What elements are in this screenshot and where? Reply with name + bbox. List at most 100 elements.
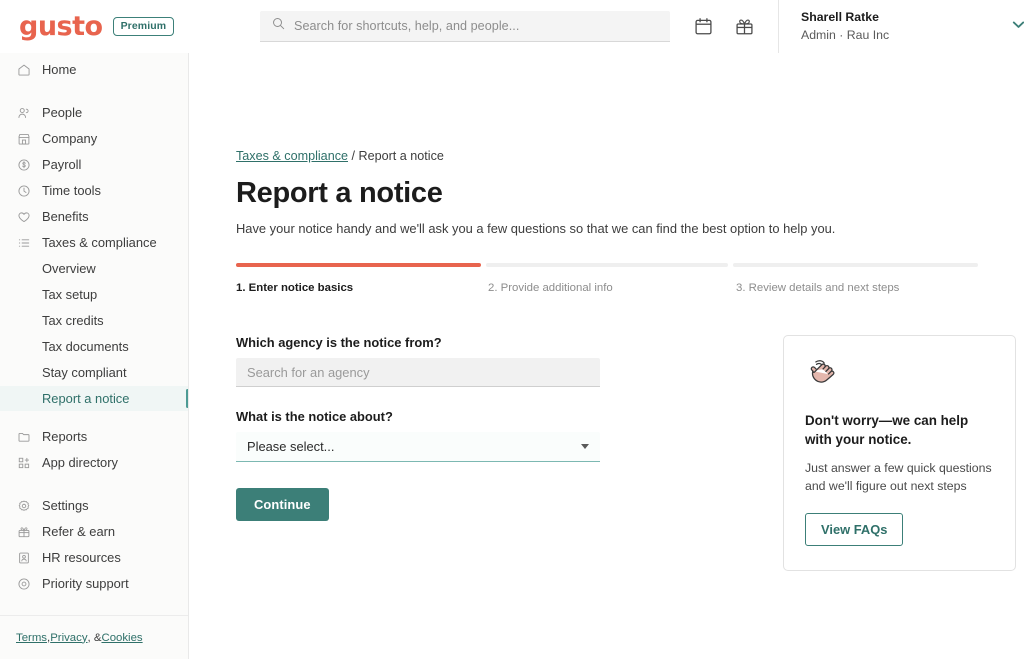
plan-badge: Premium <box>112 17 175 36</box>
sidebar-item-label: Payroll <box>42 157 82 172</box>
sidebar-item-label: Settings <box>42 498 89 513</box>
sidebar-item-reports[interactable]: Reports <box>0 424 188 449</box>
sidebar-item-label: Tax credits <box>42 313 104 328</box>
help-card-title: Don't worry—we can help with your notice… <box>805 413 969 448</box>
list-icon <box>16 235 31 250</box>
view-faqs-button[interactable]: View FAQs <box>805 512 904 546</box>
sidebar-item-label: People <box>42 105 83 120</box>
help-card: Don't worry—we can help with your notice… <box>783 335 1016 571</box>
notice-about-select[interactable]: Please select... <box>236 432 600 463</box>
continue-button[interactable]: Continue <box>236 488 329 522</box>
sidebar-item-label: HR resources <box>42 550 121 565</box>
main-content: Taxes & compliance / Report a notice Rep… <box>189 53 1024 659</box>
sidebar-item-home[interactable]: Home <box>0 57 188 82</box>
sidebar-item-payroll[interactable]: Payroll <box>0 152 188 177</box>
terms-link[interactable]: Terms <box>16 632 47 644</box>
sidebar-item-time-tools[interactable]: Time tools <box>0 178 188 203</box>
stepper-bar-2 <box>486 263 728 268</box>
stepper-bar-3 <box>732 263 978 268</box>
heart-icon <box>16 209 31 224</box>
sidebar-item-label: Overview <box>42 261 96 276</box>
account-menu[interactable]: Sharell Ratke Admin · Rau Inc <box>779 0 1024 53</box>
sidebar-item-taxes-compliance[interactable]: Taxes & compliance <box>0 230 188 255</box>
breadcrumb-link-taxes-compliance[interactable]: Taxes & compliance <box>236 149 348 163</box>
sidebar-subitem-stay-compliant[interactable]: Stay compliant <box>0 360 188 385</box>
sidebar-item-label: Benefits <box>42 209 89 224</box>
waving-hand-icon <box>805 358 994 397</box>
sidebar-footer-links: Terms, Privacy, & Cookies <box>0 615 188 659</box>
gusto-logo[interactable]: gusto <box>19 13 103 40</box>
sidebar: Home People Company Payroll Time tools B… <box>0 53 189 659</box>
stepper-bar-1 <box>236 263 482 268</box>
sidebar-item-label: Priority support <box>42 576 129 591</box>
app-root: gusto Premium Search for shortcuts, help… <box>0 0 1024 659</box>
folder-icon <box>16 429 31 444</box>
apps-icon <box>16 455 31 470</box>
agency-search-input[interactable]: Search for an agency <box>236 358 600 388</box>
search-placeholder-text: Search for shortcuts, help, and people..… <box>294 19 520 33</box>
sidebar-item-refer-earn[interactable]: Refer & earn <box>0 519 188 544</box>
sidebar-subitem-tax-credits[interactable]: Tax credits <box>0 308 188 333</box>
sidebar-subitem-tax-setup[interactable]: Tax setup <box>0 282 188 307</box>
gift-icon[interactable] <box>735 17 754 36</box>
sidebar-item-label: Company <box>42 131 98 146</box>
people-icon <box>16 105 31 120</box>
content-row: Which agency is the notice from? Search … <box>236 335 1024 571</box>
sidebar-item-benefits[interactable]: Benefits <box>0 204 188 229</box>
support-icon <box>16 576 31 591</box>
page-title: Report a notice <box>236 177 443 209</box>
breadcrumb-separator: / <box>348 149 359 163</box>
top-icon-group <box>694 17 754 36</box>
sidebar-item-people[interactable]: People <box>0 100 188 125</box>
sidebar-item-hr-resources[interactable]: HR resources <box>0 545 188 570</box>
sidebar-item-settings[interactable]: Settings <box>0 493 188 518</box>
sidebar-item-label: App directory <box>42 455 118 470</box>
search-input[interactable]: Search for shortcuts, help, and people..… <box>260 11 670 42</box>
sidebar-subitem-overview[interactable]: Overview <box>0 256 188 281</box>
stepper-label-3: 3. Review details and next steps <box>736 282 900 295</box>
home-icon <box>16 62 31 77</box>
sidebar-scroll-area: Home People Company Payroll Time tools B… <box>0 57 188 615</box>
agency-placeholder-text: Search for an agency <box>247 364 370 380</box>
breadcrumb-current: Report a notice <box>358 149 444 163</box>
help-card-column: Don't worry—we can help with your notice… <box>783 335 1016 571</box>
sidebar-item-label: Taxes & compliance <box>42 235 157 250</box>
cookies-link[interactable]: Cookies <box>101 632 142 644</box>
agency-field-label: Which agency is the notice from? <box>236 335 442 351</box>
breadcrumb: Taxes & compliance / Report a notice <box>236 149 1024 163</box>
payroll-icon <box>16 157 31 172</box>
sidebar-item-app-directory[interactable]: App directory <box>0 450 188 475</box>
notice-about-field-label: What is the notice about? <box>236 409 393 425</box>
page-description: Have your notice handy and we'll ask you… <box>236 221 836 237</box>
sidebar-item-label: Refer & earn <box>42 524 116 539</box>
calendar-icon[interactable] <box>694 17 713 36</box>
clock-icon <box>16 183 31 198</box>
stepper-label-1: 1. Enter notice basics <box>236 282 354 295</box>
stepper-bars <box>236 263 978 268</box>
sidebar-item-company[interactable]: Company <box>0 126 188 151</box>
account-text: Sharell Ratke Admin · Rau Inc <box>801 9 889 43</box>
notice-about-selected-value: Please select... <box>247 439 335 455</box>
help-card-body: Just answer a few quick questions and we… <box>805 461 992 494</box>
footer-sep-2: , & <box>87 631 102 644</box>
sidebar-item-label: Reports <box>42 429 88 444</box>
chevron-down-icon[interactable] <box>1010 16 1024 38</box>
brand-area: gusto Premium <box>0 0 189 53</box>
top-bar: gusto Premium Search for shortcuts, help… <box>0 0 1024 53</box>
sidebar-item-label: Tax documents <box>42 339 129 354</box>
sidebar-subitem-report-a-notice[interactable]: Report a notice <box>0 386 188 411</box>
chevron-down-icon[interactable] <box>581 444 589 450</box>
privacy-link[interactable]: Privacy <box>50 632 87 644</box>
sidebar-item-label: Stay compliant <box>42 365 127 380</box>
progress-stepper: 1. Enter notice basics 2. Provide additi… <box>236 263 978 294</box>
gift-icon <box>16 524 31 539</box>
account-name: Sharell Ratke <box>801 10 879 25</box>
sidebar-item-priority-support[interactable]: Priority support <box>0 571 188 596</box>
sidebar-subitem-tax-documents[interactable]: Tax documents <box>0 334 188 359</box>
id-card-icon <box>16 550 31 565</box>
sidebar-item-label: Report a notice <box>42 391 130 406</box>
stepper-label-2: 2. Provide additional info <box>488 282 613 295</box>
